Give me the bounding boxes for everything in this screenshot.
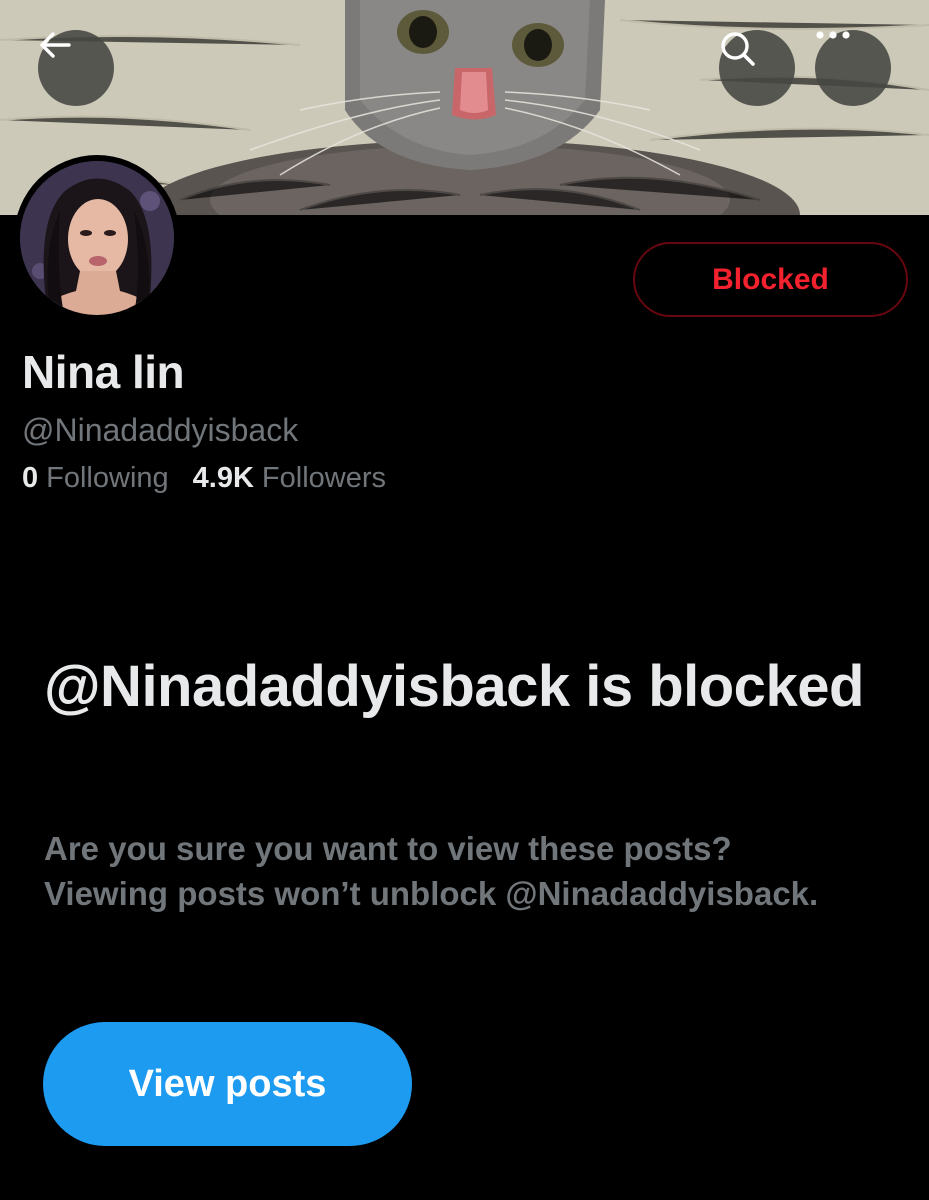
follow-stats: 0 Following 4.9K Followers — [22, 462, 386, 495]
following-count: 0 — [22, 462, 39, 494]
more-button[interactable] — [815, 30, 891, 106]
followers-count: 4.9K — [192, 462, 254, 494]
followers-link[interactable]: 4.9K Followers — [193, 462, 386, 495]
blocked-notice-title: @Ninadaddyisback is blocked — [44, 654, 864, 719]
arrow-left-icon — [40, 32, 71, 58]
back-button[interactable] — [38, 30, 114, 106]
search-button[interactable] — [719, 30, 795, 106]
profile-photo — [20, 161, 174, 315]
followers-label: Followers — [261, 462, 386, 494]
search-icon — [721, 32, 755, 66]
avatar[interactable] — [14, 155, 180, 321]
blocked-notice-body: Are you sure you want to view these post… — [44, 830, 819, 912]
following-label: Following — [46, 462, 169, 494]
display-name: Nina lin — [22, 346, 185, 398]
blocked-button[interactable]: Blocked — [633, 242, 908, 317]
profile-page: Blocked Nina lin @Ninadaddyisback 0 Foll… — [0, 0, 929, 1200]
avatar-image — [20, 161, 174, 315]
view-posts-button[interactable]: View posts — [43, 1022, 412, 1146]
following-link[interactable]: 0 Following — [22, 462, 169, 495]
profile-handle: @Ninadaddyisback — [22, 412, 299, 448]
more-dots-icon — [816, 31, 850, 39]
